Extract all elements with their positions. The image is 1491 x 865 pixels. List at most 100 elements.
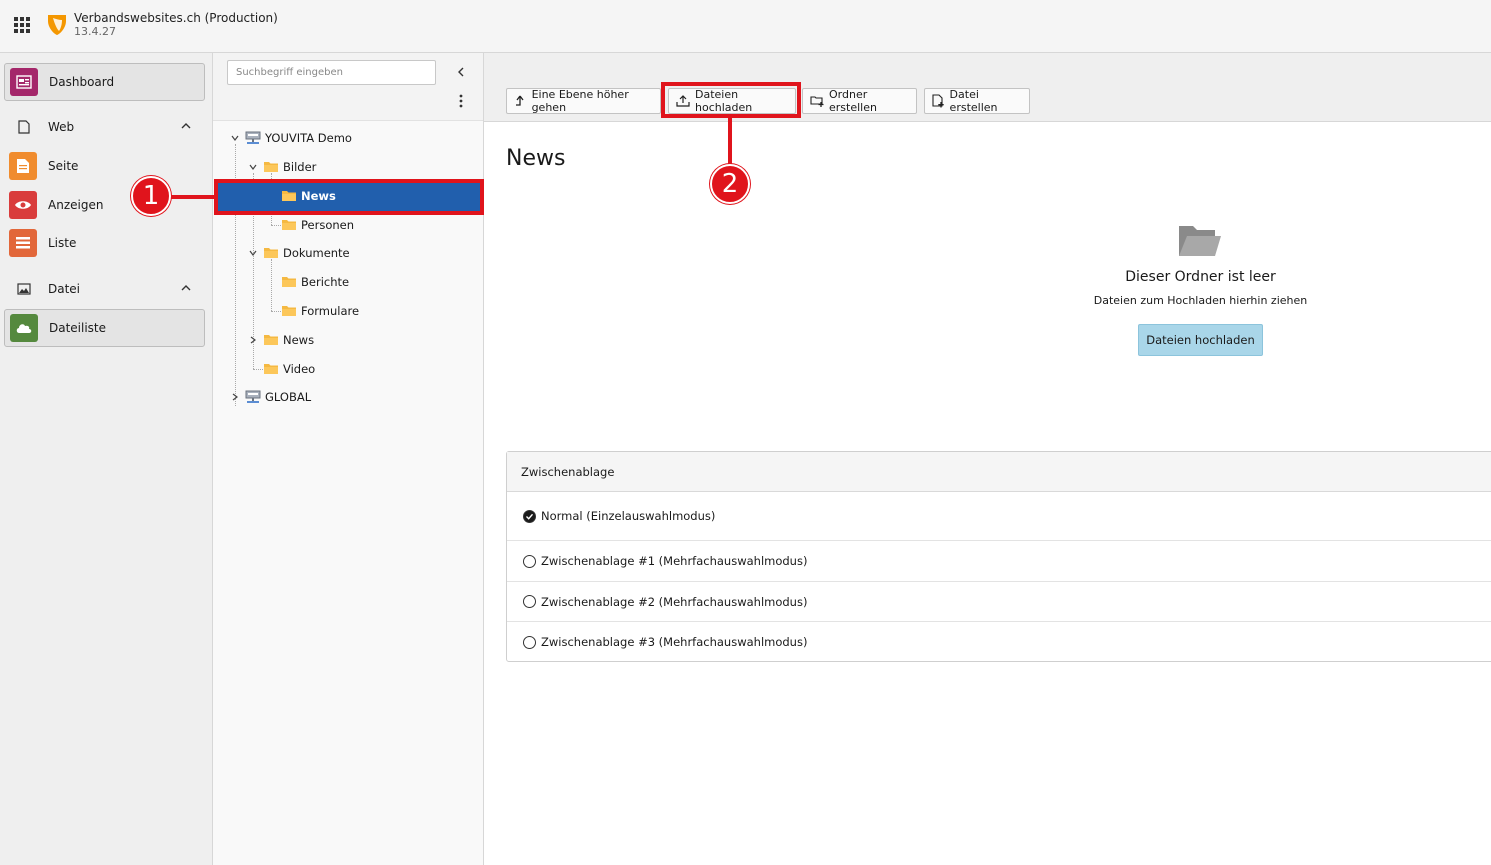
module-grid-icon[interactable] [14, 17, 30, 33]
tree-node-label: YOUVITA Demo [265, 131, 352, 145]
tree-guide-line [271, 311, 281, 312]
clipboard-option-label: Zwischenablage #2 (Mehrfachauswahlmodus) [541, 594, 808, 609]
clipboard-option-label: Normal (Einzelauswahlmodus) [541, 509, 716, 523]
clipboard-header: Zwischenablage [507, 452, 1491, 492]
eye-icon [9, 191, 37, 219]
module-menu: Dashboard Web Seite Anzeigen Liste Datei [0, 53, 213, 865]
empty-folder-hint: Dateien zum Hochladen hierhin ziehen [1093, 294, 1308, 307]
tree-node-berichte[interactable]: Berichte [281, 271, 349, 293]
module-group-datei[interactable]: Datei [0, 274, 212, 304]
chevron-down-icon[interactable] [247, 161, 259, 173]
chevron-up-icon[interactable] [180, 120, 192, 132]
chevron-down-icon[interactable] [247, 247, 259, 259]
tree-node-label: News [283, 333, 315, 347]
chevron-left-icon [458, 67, 464, 77]
module-seite-label: Seite [48, 159, 79, 173]
storage-icon [245, 390, 261, 404]
tree-node-label: Personen [301, 218, 355, 232]
tree-node-label: Dokumente [283, 246, 350, 260]
step-badge-1: 1 [131, 176, 171, 216]
upload-files-cta-button[interactable]: Dateien hochladen [1138, 324, 1263, 356]
page-title: News [506, 146, 566, 171]
step-badge-2: 2 [710, 164, 750, 204]
arrow-up-icon [514, 94, 527, 108]
tree-node-label: Berichte [301, 275, 350, 289]
tree-node-news[interactable]: News [247, 329, 314, 351]
module-dashboard-label: Dashboard [49, 75, 115, 89]
module-group-web[interactable]: Web [0, 112, 212, 142]
clipboard-option-label: Zwischenablage #1 (Mehrfachauswahlmodus) [541, 554, 808, 568]
list-icon [9, 229, 37, 257]
folder-icon [263, 362, 279, 376]
collapse-tree-button[interactable] [453, 64, 469, 80]
tree-node-label: Formulare [301, 304, 360, 318]
top-bar: Verbandswebsites.ch (Production) 13.4.27 [0, 0, 1491, 53]
dashboard-icon [10, 68, 38, 96]
doc-header-toolbar: Eine Ebene höher gehen Dateien hochladen… [484, 53, 1491, 122]
tree-node-label: Bilder [283, 160, 317, 174]
radio-checked-icon[interactable] [523, 509, 536, 523]
folder-icon [281, 275, 297, 289]
clipboard-option-label: Zwischenablage #3 (Mehrfachauswahlmodus) [541, 635, 808, 649]
folder-icon [263, 333, 279, 347]
radio-icon[interactable] [523, 635, 536, 649]
module-liste-label: Liste [48, 236, 77, 250]
create-folder-label: Ordner erstellen [829, 88, 877, 114]
page-icon [9, 152, 37, 180]
tree-node-video[interactable]: Video [263, 358, 315, 380]
tree-actions-button[interactable] [453, 93, 469, 109]
module-dateiliste[interactable]: Dateiliste [4, 309, 205, 347]
tree-node-bilder[interactable]: Bilder [247, 156, 316, 178]
up-level-label: Eine Ebene höher gehen [531, 88, 629, 114]
module-anzeigen[interactable]: Anzeigen [4, 186, 205, 224]
page-outline-icon [16, 119, 32, 135]
module-group-datei-label: Datei [48, 282, 81, 296]
chevron-up-icon[interactable] [180, 282, 192, 294]
create-folder-button[interactable]: Ordner erstellen [802, 88, 917, 114]
tree-node-formulare[interactable]: Formulare [281, 300, 359, 322]
folder-icon [263, 160, 279, 174]
tree-node-label: GLOBAL [265, 390, 312, 404]
tree-toolbar [213, 53, 483, 121]
module-anzeigen-label: Anzeigen [48, 198, 104, 212]
tree-node-global[interactable]: GLOBAL [229, 386, 311, 408]
chevron-right-icon[interactable] [247, 334, 259, 346]
module-dateiliste-label: Dateiliste [49, 321, 107, 335]
highlight-box-2 [661, 82, 801, 118]
clipboard-option[interactable]: Normal (Einzelauswahlmodus) [507, 492, 1491, 541]
highlight-connector-2 [728, 117, 732, 165]
module-liste[interactable]: Liste [4, 224, 205, 262]
create-file-label: Datei erstellen [949, 88, 998, 114]
highlight-box-1 [214, 179, 484, 215]
typo3-logo-icon[interactable] [46, 12, 68, 36]
empty-folder-icon [1179, 226, 1221, 256]
folder-icon [263, 246, 279, 260]
module-dashboard[interactable]: Dashboard [4, 63, 205, 101]
tree-node-youvita-demo[interactable]: YOUVITA Demo [229, 127, 352, 149]
filelist-icon [10, 314, 38, 342]
clipboard-option[interactable]: Zwischenablage #2 (Mehrfachauswahlmodus) [507, 582, 1491, 622]
up-level-button[interactable]: Eine Ebene höher gehen [506, 88, 661, 114]
tree-guide-line [253, 369, 263, 370]
site-title: Verbandswebsites.ch (Production) [74, 11, 278, 25]
folder-plus-icon [810, 94, 824, 108]
tree-node-dokumente[interactable]: Dokumente [247, 242, 350, 264]
clipboard-panel: Zwischenablage Normal (Einzelauswahlmodu… [506, 451, 1491, 662]
tree-node-label: Video [283, 362, 316, 376]
module-group-web-label: Web [48, 120, 75, 134]
tree-search-input[interactable] [227, 60, 436, 85]
tree-guide-line [271, 225, 281, 226]
empty-folder-title: Dieser Ordner ist leer [1125, 269, 1276, 285]
clipboard-option[interactable]: Zwischenablage #3 (Mehrfachauswahlmodus) [507, 622, 1491, 662]
more-vertical-icon [459, 94, 463, 108]
radio-icon[interactable] [523, 554, 536, 568]
module-seite[interactable]: Seite [4, 147, 205, 185]
chevron-right-icon[interactable] [229, 391, 241, 403]
chevron-down-icon[interactable] [229, 132, 241, 144]
storage-icon [245, 131, 261, 145]
tree-node-personen[interactable]: Personen [281, 214, 354, 236]
radio-icon[interactable] [523, 595, 536, 608]
clipboard-option[interactable]: Zwischenablage #1 (Mehrfachauswahlmodus) [507, 541, 1491, 582]
folder-icon [281, 304, 297, 318]
create-file-button[interactable]: Datei erstellen [924, 88, 1030, 114]
